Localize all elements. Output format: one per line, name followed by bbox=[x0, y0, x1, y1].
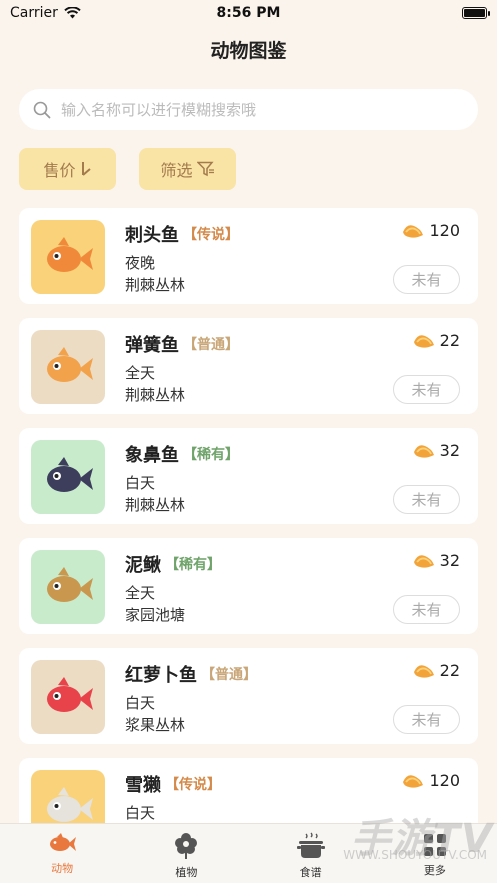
name-row: 泥鳅 【稀有】 bbox=[125, 551, 221, 577]
animal-thumbnail bbox=[31, 440, 105, 514]
wifi-icon bbox=[64, 7, 81, 19]
animal-card[interactable]: 弹簧鱼 【普通】 全天 荆棘丛林 22 未有 bbox=[19, 318, 478, 414]
tab-plants[interactable]: 植物 bbox=[124, 824, 248, 883]
filter-button[interactable]: 筛选 bbox=[139, 148, 236, 190]
status-left: Carrier bbox=[10, 5, 81, 21]
habitat: 荆棘丛林 bbox=[125, 276, 186, 294]
animal-name: 弹簧鱼 bbox=[125, 335, 179, 356]
name-row: 红萝卜鱼 【普通】 bbox=[125, 661, 257, 687]
tab-recipes[interactable]: 食谱 bbox=[249, 824, 373, 883]
animal-thumbnail bbox=[31, 550, 105, 624]
status-bar: Carrier 8:56 PM bbox=[0, 0, 497, 26]
price-display: 22 bbox=[412, 661, 460, 680]
tab-recipes-label: 食谱 bbox=[299, 866, 322, 879]
name-row: 象鼻鱼 【稀有】 bbox=[125, 441, 239, 467]
price-display: 120 bbox=[401, 221, 460, 240]
coin-icon bbox=[413, 444, 434, 458]
coin-icon bbox=[413, 554, 434, 568]
animal-name: 刺头鱼 bbox=[125, 225, 179, 246]
rarity-tag: 【稀有】 bbox=[165, 557, 221, 573]
price-display: 120 bbox=[401, 771, 460, 790]
active-time: 夜晚 bbox=[125, 254, 156, 272]
animal-list: 刺头鱼 【传说】 夜晚 荆棘丛林 120 未有 弹簧鱼 【普通】 全天 荆棘丛林… bbox=[19, 208, 478, 854]
animal-card[interactable]: 象鼻鱼 【稀有】 白天 荆棘丛林 32 未有 bbox=[19, 428, 478, 524]
animal-illustration-icon bbox=[47, 347, 93, 382]
fish-icon bbox=[50, 833, 77, 851]
animal-illustration-icon bbox=[47, 237, 93, 272]
rarity-tag: 【传说】 bbox=[183, 227, 239, 243]
animal-card[interactable]: 红萝卜鱼 【普通】 白天 浆果丛林 22 未有 bbox=[19, 648, 478, 744]
animal-card[interactable]: 泥鳅 【稀有】 全天 家园池塘 32 未有 bbox=[19, 538, 478, 634]
animal-illustration-icon bbox=[47, 677, 93, 712]
sort-price-label: 售价 bbox=[43, 161, 76, 180]
sort-down-icon bbox=[81, 162, 91, 176]
habitat: 家园池塘 bbox=[125, 606, 186, 624]
animal-card[interactable]: 刺头鱼 【传说】 夜晚 荆棘丛林 120 未有 bbox=[19, 208, 478, 304]
page-title: 动物图鉴 bbox=[210, 40, 287, 62]
owned-status-button[interactable]: 未有 bbox=[393, 595, 460, 624]
search-icon bbox=[33, 101, 51, 118]
search-bar[interactable] bbox=[19, 89, 478, 130]
habitat: 荆棘丛林 bbox=[125, 496, 186, 514]
tab-bar: 动物 植物 食谱 更多 bbox=[0, 823, 497, 883]
active-time: 白天 bbox=[125, 804, 156, 822]
animal-thumbnail bbox=[31, 660, 105, 734]
owned-status-button[interactable]: 未有 bbox=[393, 705, 460, 734]
coin-icon bbox=[413, 334, 434, 348]
carrier-label: Carrier bbox=[10, 5, 58, 21]
owned-status-button[interactable]: 未有 bbox=[393, 485, 460, 514]
tab-more[interactable]: 更多 bbox=[373, 824, 497, 883]
rarity-tag: 【普通】 bbox=[183, 337, 239, 353]
price-display: 32 bbox=[412, 551, 460, 570]
tab-plants-label: 植物 bbox=[175, 866, 198, 879]
price-value: 22 bbox=[439, 661, 460, 680]
funnel-icon bbox=[196, 161, 214, 177]
rarity-tag: 【传说】 bbox=[165, 777, 221, 793]
name-row: 雪獭 【传说】 bbox=[125, 771, 221, 797]
animal-name: 雪獭 bbox=[125, 775, 161, 796]
tab-more-label: 更多 bbox=[423, 864, 446, 877]
coin-icon bbox=[413, 664, 434, 678]
animal-name: 象鼻鱼 bbox=[125, 445, 179, 466]
price-value: 32 bbox=[439, 441, 460, 460]
cooking-pot-icon bbox=[296, 832, 325, 858]
active-time: 白天 bbox=[125, 694, 156, 712]
rarity-tag: 【稀有】 bbox=[183, 447, 239, 463]
search-input[interactable] bbox=[61, 100, 461, 119]
price-display: 32 bbox=[412, 441, 460, 460]
active-time: 全天 bbox=[125, 364, 156, 382]
active-time: 白天 bbox=[125, 474, 156, 492]
rarity-tag: 【普通】 bbox=[201, 667, 257, 683]
owned-status-button[interactable]: 未有 bbox=[393, 375, 460, 404]
animal-illustration-icon bbox=[47, 567, 93, 602]
flower-icon bbox=[175, 833, 198, 859]
price-value: 120 bbox=[429, 221, 460, 240]
owned-status-button[interactable]: 未有 bbox=[393, 265, 460, 294]
price-value: 120 bbox=[429, 771, 460, 790]
animal-thumbnail bbox=[31, 220, 105, 294]
tab-animals-label: 动物 bbox=[51, 862, 74, 875]
sort-price-button[interactable]: 售价 bbox=[19, 148, 116, 190]
tab-animals[interactable]: 动物 bbox=[0, 824, 124, 883]
coin-icon bbox=[403, 224, 424, 238]
habitat: 浆果丛林 bbox=[125, 716, 186, 734]
price-display: 22 bbox=[412, 331, 460, 350]
price-value: 22 bbox=[439, 331, 460, 350]
name-row: 刺头鱼 【传说】 bbox=[125, 221, 239, 247]
filter-row: 售价 筛选 bbox=[19, 148, 236, 190]
animal-name: 泥鳅 bbox=[125, 555, 161, 576]
animal-name: 红萝卜鱼 bbox=[125, 665, 197, 686]
active-time: 全天 bbox=[125, 584, 156, 602]
name-row: 弹簧鱼 【普通】 bbox=[125, 331, 239, 357]
animal-illustration-icon bbox=[47, 457, 93, 492]
animal-thumbnail bbox=[31, 330, 105, 404]
price-value: 32 bbox=[439, 551, 460, 570]
coin-icon bbox=[403, 774, 424, 788]
filter-label: 筛选 bbox=[160, 161, 193, 180]
battery-icon bbox=[462, 7, 490, 19]
habitat: 荆棘丛林 bbox=[125, 386, 186, 404]
grid-icon bbox=[423, 834, 446, 856]
